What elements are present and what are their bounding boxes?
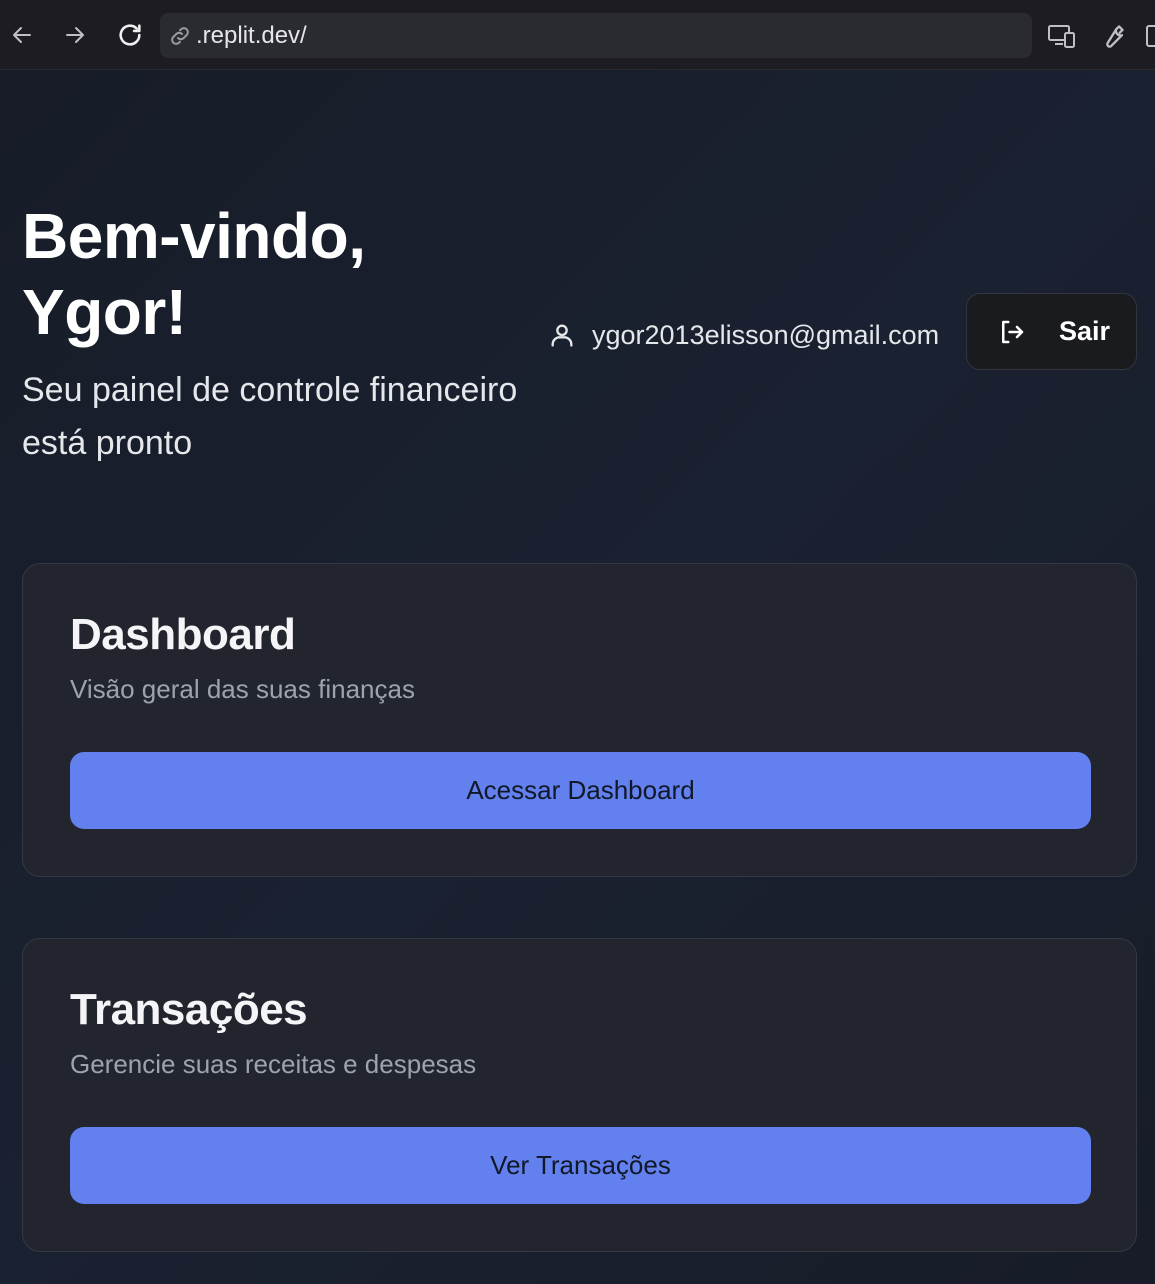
transactions-card: Transações Gerencie suas receitas e desp… xyxy=(22,938,1137,1252)
sidebar-toggle-icon[interactable] xyxy=(1146,25,1155,47)
wrench-icon xyxy=(1106,25,1124,48)
card-title: Transações xyxy=(70,985,308,1034)
back-button[interactable] xyxy=(4,16,40,54)
welcome-section: Bem-vindo, Ygor! Seu painel de controle … xyxy=(22,198,542,470)
user-icon xyxy=(551,324,573,347)
page-title: Bem-vindo, Ygor! xyxy=(22,200,366,348)
reload-icon xyxy=(119,24,141,46)
browser-toolbar: .replit.dev/ xyxy=(0,0,1155,70)
responsive-devices-icon xyxy=(1048,25,1075,48)
reload-button[interactable] xyxy=(112,16,148,54)
dashboard-card: Dashboard Visão geral das suas finanças … xyxy=(22,563,1137,877)
logout-button[interactable]: Sair xyxy=(966,293,1137,370)
card-description: Visão geral das suas finanças xyxy=(70,674,415,704)
card-title: Dashboard xyxy=(70,610,296,659)
forward-arrow-icon xyxy=(66,27,84,43)
user-info: ygor2013elisson@gmail.com xyxy=(548,315,939,355)
back-arrow-icon xyxy=(13,27,31,43)
address-bar[interactable]: .replit.dev/ xyxy=(160,13,1032,58)
card-description: Gerencie suas receitas e despesas xyxy=(70,1049,477,1079)
devtools-button[interactable] xyxy=(1095,18,1131,54)
forward-button[interactable] xyxy=(57,16,93,54)
view-transactions-button[interactable]: Ver Transações xyxy=(70,1127,1091,1204)
page-content: Bem-vindo, Ygor! Seu painel de controle … xyxy=(0,70,1155,1284)
link-icon xyxy=(171,26,189,45)
responsive-mode-button[interactable] xyxy=(1044,18,1080,54)
page-subtitle: Seu painel de controle financeiro está p… xyxy=(22,371,518,462)
user-email: ygor2013elisson@gmail.com xyxy=(592,319,940,350)
access-dashboard-button[interactable]: Acessar Dashboard xyxy=(70,752,1091,829)
logout-icon xyxy=(1002,320,1024,343)
logout-label: Sair xyxy=(1059,316,1111,346)
address-url: .replit.dev/ xyxy=(196,21,307,49)
